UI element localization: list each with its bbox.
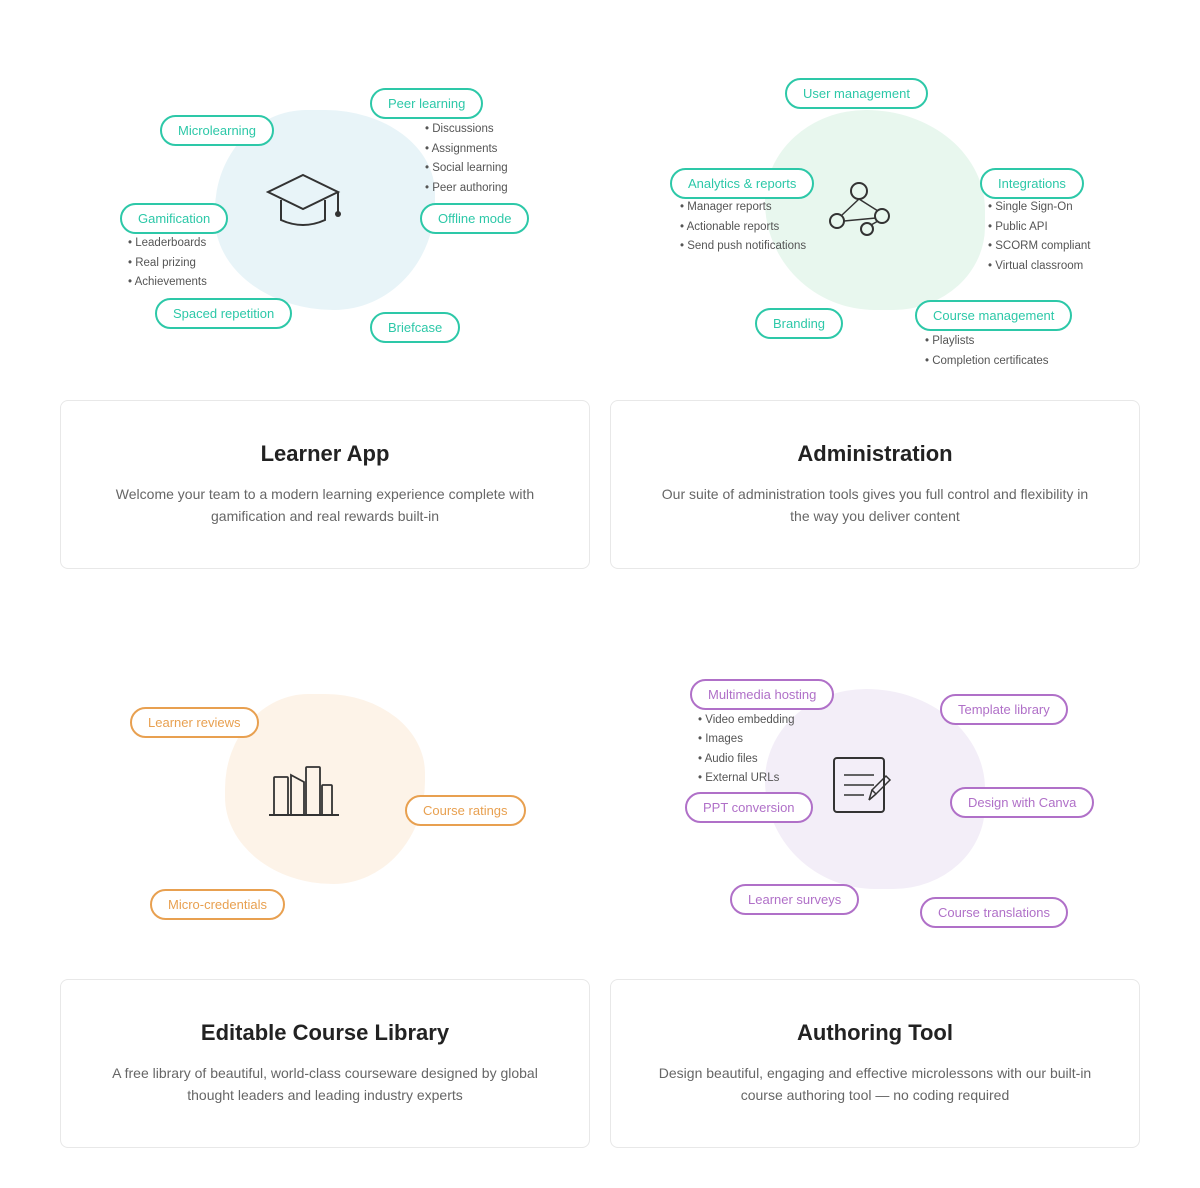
microlearning-tag: Microlearning	[160, 115, 274, 146]
editable-library-card: Editable Course Library A free library o…	[60, 979, 590, 1148]
branding-tag: Branding	[755, 308, 843, 339]
design-canva-tag: Design with Canva	[950, 787, 1094, 818]
authoring-diagram: Multimedia hosting Video embedding Image…	[610, 599, 1140, 979]
integrations-bullets: Single Sign-On Public API SCORM complian…	[988, 198, 1090, 276]
authoring-tool-description: Design beautiful, engaging and effective…	[651, 1062, 1099, 1107]
course-ratings-tag: Course ratings	[405, 795, 526, 826]
peer-learning-tag: Peer learning	[370, 88, 483, 119]
graduation-cap-icon	[264, 162, 344, 242]
administration-description: Our suite of administration tools gives …	[651, 483, 1099, 528]
course-translations-tag: Course translations	[920, 897, 1068, 928]
editable-library-title: Editable Course Library	[101, 1020, 549, 1046]
top-features-row: Microlearning Peer learning Discussions …	[60, 20, 1140, 400]
bottom-info-cards-row: Editable Course Library A free library o…	[60, 979, 1140, 1148]
integrations-tag: Integrations	[980, 168, 1084, 199]
learner-surveys-tag: Learner surveys	[730, 884, 859, 915]
administration-card: Administration Our suite of administrati…	[610, 400, 1140, 569]
course-management-tag: Course management	[915, 300, 1072, 331]
authoring-tool-card: Authoring Tool Design beautiful, engagin…	[610, 979, 1140, 1148]
ppt-conversion-tag: PPT conversion	[685, 792, 813, 823]
learner-app-card: Learner App Welcome your team to a moder…	[60, 400, 590, 569]
pencil-icon	[819, 745, 899, 825]
learner-app-description: Welcome your team to a modern learning e…	[101, 483, 549, 528]
library-diagram: Learner reviews Course ratings Micro-cre…	[60, 599, 590, 979]
user-management-tag: User management	[785, 78, 928, 109]
main-container: Microlearning Peer learning Discussions …	[0, 0, 1200, 1188]
template-library-tag: Template library	[940, 694, 1068, 725]
administration-title: Administration	[651, 441, 1099, 467]
learner-app-title: Learner App	[101, 441, 549, 467]
learner-reviews-tag: Learner reviews	[130, 707, 259, 738]
administration-diagram: User management Analytics & reports Mana…	[610, 20, 1140, 400]
analytics-bullets: Manager reports Actionable reports Send …	[680, 198, 806, 257]
authoring-tool-title: Authoring Tool	[651, 1020, 1099, 1046]
info-cards-row: Learner App Welcome your team to a moder…	[60, 400, 1140, 569]
analytics-tag: Analytics & reports	[670, 168, 814, 199]
micro-credentials-tag: Micro-credentials	[150, 889, 285, 920]
books-icon	[264, 745, 344, 825]
learner-app-diagram: Microlearning Peer learning Discussions …	[60, 20, 590, 400]
spaced-repetition-tag: Spaced repetition	[155, 298, 292, 329]
multimedia-hosting-tag: Multimedia hosting	[690, 679, 834, 710]
offline-mode-tag: Offline mode	[420, 203, 529, 234]
network-icon	[819, 166, 899, 246]
course-management-bullets: Playlists Completion certificates	[925, 332, 1049, 371]
multimedia-bullets: Video embedding Images Audio files Exter…	[698, 711, 795, 789]
gamification-tag: Gamification	[120, 203, 228, 234]
peer-bullets: Discussions Assignments Social learning …	[425, 120, 508, 198]
bottom-features-row: Learner reviews Course ratings Micro-cre…	[60, 599, 1140, 979]
gamification-bullets: Leaderboards Real prizing Achievements	[128, 234, 207, 293]
editable-library-description: A free library of beautiful, world-class…	[101, 1062, 549, 1107]
briefcase-tag: Briefcase	[370, 312, 460, 343]
